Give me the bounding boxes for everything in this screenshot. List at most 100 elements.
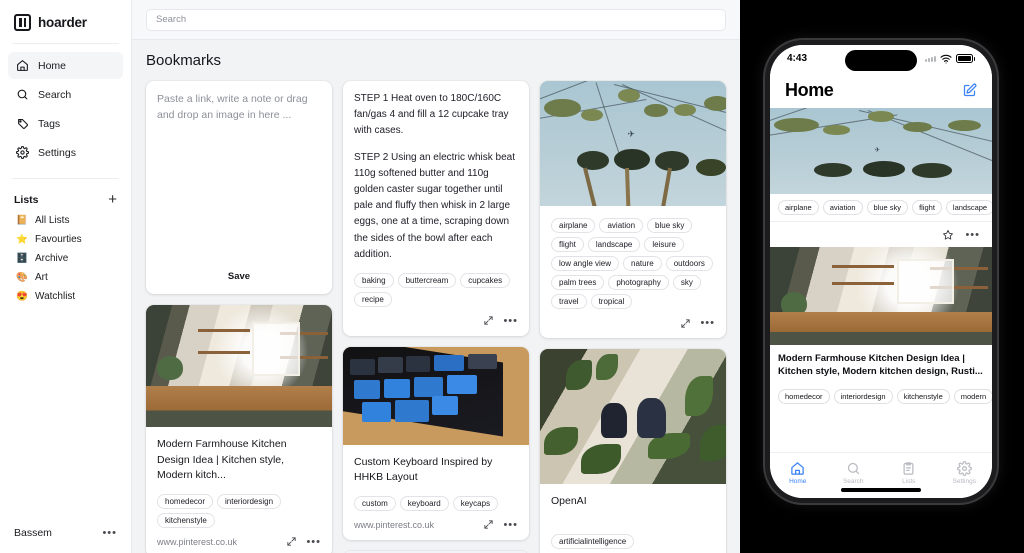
tag[interactable]: outdoors [665, 256, 713, 271]
list-item-label: Favourties [35, 233, 82, 245]
sidebar-item-search[interactable]: Search [8, 81, 123, 108]
tag-icon [18, 119, 28, 129]
list-item-label: All Lists [35, 214, 70, 226]
more-horizontal-icon[interactable]: ••• [102, 527, 117, 539]
plus-icon[interactable]: + [108, 192, 117, 207]
tag[interactable]: interiordesign [217, 493, 282, 509]
tab-label: Search [842, 477, 864, 485]
phone-bookmark-card-kitchen[interactable]: Modern Farmhouse Kitchen Design Idea | K… [770, 247, 992, 410]
more-horizontal-icon[interactable]: ••• [700, 317, 715, 329]
tag[interactable]: flight [912, 200, 942, 215]
tag[interactable]: travel [551, 294, 587, 309]
tab-settings[interactable]: Settings [937, 453, 993, 492]
expand-icon[interactable] [483, 315, 494, 326]
new-bookmark-placeholder[interactable]: Paste a link, write a note or drag and d… [157, 91, 321, 124]
tag[interactable]: artificialintelligence [551, 533, 635, 549]
expand-icon[interactable] [680, 318, 691, 329]
user-account-row[interactable]: Bassem ••• [0, 513, 131, 553]
new-bookmark-card[interactable]: Paste a link, write a note or drag and d… [146, 81, 332, 294]
tag[interactable]: custom [354, 495, 396, 511]
phone-bookmark-feed[interactable]: ✈ airplane aviation blue sky flight land… [770, 108, 992, 452]
more-horizontal-icon[interactable]: ••• [965, 229, 980, 241]
tag[interactable]: keycaps [452, 495, 499, 511]
tag[interactable]: recipe [354, 291, 392, 307]
tag[interactable]: baking [354, 272, 394, 288]
bookmarks-area: Bookmarks Paste a link, write a note or … [132, 40, 740, 553]
tab-search[interactable]: Search [826, 453, 882, 492]
tag[interactable]: homedecor [157, 493, 214, 509]
expand-icon[interactable] [483, 519, 494, 530]
desktop-app-window: hoarder Home Search Tags Settings Lists … [0, 0, 740, 553]
bookmark-card-openai[interactable]: OpenAI artificialintelligence generative… [540, 349, 726, 553]
sidebar-item-home[interactable]: Home [8, 52, 123, 79]
card-actions: ••• [483, 315, 518, 327]
phone-bookmark-card-palms[interactable]: ✈ airplane aviation blue sky flight land… [770, 108, 992, 247]
list-item-art[interactable]: 🎨 Art [0, 268, 131, 286]
expand-icon[interactable] [286, 536, 297, 547]
notebook-icon: 📔 [16, 214, 28, 226]
gear-icon [16, 146, 29, 159]
edit-square-icon[interactable] [962, 83, 977, 98]
sidebar-item-settings[interactable]: Settings [8, 139, 123, 166]
kitchen-image [770, 247, 992, 345]
app-logo: hoarder [0, 0, 131, 43]
list-item-all-lists[interactable]: 📔 All Lists [0, 211, 131, 229]
main-content: Bookmarks Paste a link, write a note or … [132, 0, 740, 553]
top-bar [132, 0, 740, 40]
tag[interactable]: homedecor [778, 388, 830, 404]
tag[interactable]: cupcakes [460, 272, 511, 288]
tag[interactable]: kitchenstyle [896, 388, 950, 404]
tag-list: artificialintelligence generativemodels [551, 533, 715, 553]
heart-eyes-icon: 😍 [16, 290, 28, 302]
palm-trees-image: ✈ [770, 108, 992, 194]
tag[interactable]: airplane [778, 200, 819, 215]
tab-home[interactable]: Home [770, 453, 826, 492]
tag[interactable]: photography [608, 275, 669, 290]
tag[interactable]: aviation [822, 200, 863, 215]
keyboard-card-body: Custom Keyboard Inspired by HHKB Layout … [343, 445, 529, 540]
tag[interactable]: interiordesign [833, 388, 893, 404]
clipboard-icon [903, 461, 914, 475]
tag[interactable]: landscape [945, 200, 992, 215]
sidebar-nav: Home Search Tags Settings [0, 44, 131, 168]
more-horizontal-icon[interactable]: ••• [503, 519, 518, 531]
list-item-favourties[interactable]: ⭐ Favourties [0, 230, 131, 248]
tag[interactable]: flight [551, 237, 584, 252]
card-footer: www.pinterest.co.uk ••• [157, 536, 321, 548]
tag[interactable]: aviation [599, 218, 644, 233]
tab-lists[interactable]: Lists [881, 453, 937, 492]
tag[interactable]: landscape [587, 237, 641, 252]
more-horizontal-icon[interactable]: ••• [306, 536, 321, 548]
masonry-column-2: STEP 1 Heat oven to 180C/160C fan/gas 4 … [343, 81, 529, 553]
list-item-archive[interactable]: 🗄️ Archive [0, 249, 131, 267]
tag[interactable]: sky [672, 275, 701, 290]
search-input[interactable] [156, 14, 716, 25]
phone-device-frame: 4:43 Home ✈ airplane aviation blue sky f… [765, 40, 997, 503]
phone-status-bar: 4:43 [770, 45, 992, 72]
tag[interactable]: tropical [590, 294, 633, 309]
bookmark-card-kitchen[interactable]: Modern Farmhouse Kitchen Design Idea | K… [146, 305, 332, 553]
tag[interactable]: leisure [644, 237, 684, 252]
bookmark-card-recipe[interactable]: STEP 1 Heat oven to 180C/160C fan/gas 4 … [343, 81, 529, 336]
more-horizontal-icon[interactable]: ••• [503, 315, 518, 327]
tag[interactable]: keyboard [399, 495, 449, 511]
bookmark-url[interactable]: www.pinterest.co.uk [354, 520, 434, 530]
tag[interactable]: airplane [551, 218, 596, 233]
tag[interactable]: blue sky [647, 218, 693, 233]
tag[interactable]: kitchenstyle [157, 512, 215, 528]
tag[interactable]: low angle view [551, 256, 620, 271]
tag[interactable]: nature [623, 256, 662, 271]
list-item-watchlist[interactable]: 😍 Watchlist [0, 287, 131, 305]
bookmark-card-keyboard[interactable]: Custom Keyboard Inspired by HHKB Layout … [343, 346, 529, 540]
tag[interactable]: blue sky [866, 200, 909, 215]
tag[interactable]: palm trees [551, 275, 605, 290]
search-field-wrapper[interactable] [146, 8, 726, 31]
tag[interactable]: modern [953, 388, 992, 404]
save-button[interactable]: Save [146, 271, 332, 294]
tag[interactable]: buttercream [397, 272, 457, 288]
star-icon[interactable] [942, 229, 954, 241]
note-text: STEP 1 Heat oven to 180C/160C fan/gas 4 … [354, 91, 518, 263]
bookmark-card-palms[interactable]: ✈ airplane aviation blue sky flight land… [540, 81, 726, 338]
bookmark-url[interactable]: www.pinterest.co.uk [157, 537, 237, 547]
sidebar-item-tags[interactable]: Tags [8, 110, 123, 137]
